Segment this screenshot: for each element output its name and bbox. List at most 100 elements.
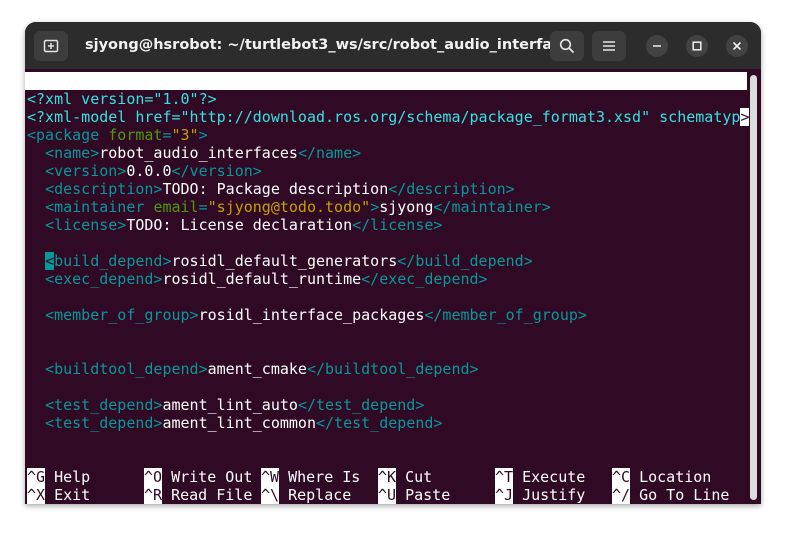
code-line: <description>TODO: Package description</… [27,180,515,198]
shortcut-item: ^\ Replace [261,486,351,504]
menu-button[interactable] [592,31,626,61]
code-token: </version> [171,162,262,180]
code-token: "sjyong@todo.todo" [207,198,371,216]
shortcut-item: ^T Execute [495,468,585,486]
code-line: <buildtool_depend>ament_cmake</buildtool… [27,360,479,378]
shortcut-label: Where Is [279,468,361,486]
shortcut-label: Replace [279,486,352,504]
minimize-button[interactable] [646,35,668,57]
code-token: rosidl_interface_packages [198,306,425,324]
shortcut-key: ^W [261,468,280,486]
shortcut-key: ^/ [612,486,631,504]
shortcut-label: Write Out [162,468,253,486]
terminal-area[interactable]: GNU nano 6.2 package.xml * <?xml version… [25,69,750,504]
code-token: <member_of_group> [45,306,199,324]
shortcut-label: Paste [396,486,451,504]
shortcut-key: ^J [495,486,514,504]
shortcut-item: ^J Justify [495,486,585,504]
shortcut-key: ^O [144,468,163,486]
shortcut-label: Read File [162,486,253,504]
shortcut-key: ^R [144,486,163,504]
code-token: </maintainer> [433,198,551,216]
code-line: <exec_depend>rosidl_default_runtime</exe… [27,270,488,288]
code-line: <?xml version="1.0"?> [27,90,217,108]
code-token: </description> [388,180,515,198]
code-line: <member_of_group>rosidl_interface_packag… [27,306,587,324]
shortcut-item: ^U Paste [378,486,450,504]
shortcut-key: ^K [378,468,397,486]
shortcut-label: Justify [513,486,586,504]
code-token: <maintainer [45,198,154,216]
new-tab-button[interactable] [34,31,68,61]
shortcut-key: ^X [27,486,46,504]
shortcut-label: Location [630,468,712,486]
code-token: <buildtool_depend> [45,360,208,378]
hamburger-menu-icon [603,41,615,51]
shortcut-key: ^\ [261,486,280,504]
maximize-button[interactable] [686,35,708,57]
code-token: <?xml-model href="http://download.ros.or… [27,108,741,126]
code-token: <version> [45,162,127,180]
code-token: </member_of_group> [424,306,587,324]
close-icon [732,41,742,51]
shortcut-item: ^R Read File [144,486,252,504]
code-line: <version>0.0.0</version> [27,162,262,180]
code-token: rosidl_default_generators [171,252,398,270]
title-bar: sjyong@hsrobot: ~/turtlebot3_ws/src/robo… [25,22,761,69]
code-token: <test_depend> [45,414,163,432]
code-token: </buildtool_depend> [306,360,479,378]
shortcut-label: Cut [396,468,433,486]
code-token: </test_depend> [297,396,425,414]
code-token: <exec_depend> [45,270,163,288]
shortcut-item: ^W Where Is [261,468,360,486]
search-button[interactable] [550,31,584,61]
code-token: rosidl_default_runtime [162,270,362,288]
shortcut-item: ^G Help [27,468,90,486]
code-token: <test_depend> [45,396,163,414]
nano-header: GNU nano 6.2 package.xml * [25,72,747,126]
new-tab-icon [43,39,59,53]
code-token: </build_depend> [397,252,533,270]
code-token: <name> [45,144,100,162]
code-token: TODO: Package description [162,180,389,198]
code-token: ament_lint_auto [162,396,298,414]
code-token: sjyong [379,198,434,216]
code-token: ament_cmake [207,360,307,378]
shortcut-item: ^C Location [612,468,711,486]
code-line: <package format="3"> [27,126,208,144]
code-token: <license> [45,216,127,234]
code-token: TODO: License declaration [126,216,353,234]
shortcut-item: ^O Write Out [144,468,252,486]
code-token: <description> [45,180,163,198]
code-token: </test_depend> [316,414,443,432]
shortcut-label: Help [45,468,91,486]
code-line: <maintainer email="sjyong@todo.todo">sjy… [27,198,551,216]
scrollbar[interactable] [750,75,757,500]
code-token: > [370,198,380,216]
code-line: <?xml-model href="http://download.ros.or… [27,108,750,126]
code-line: <test_depend>ament_lint_common</test_dep… [27,414,442,432]
code-token: email [153,198,199,216]
code-token: build_depend> [54,252,172,270]
code-line: <build_depend>rosidl_default_generators<… [27,252,533,270]
code-token: "3" [171,126,199,144]
shortcut-label: Go To Line [630,486,730,504]
shortcut-item: ^X Exit [27,486,90,504]
shortcut-item: ^/ Go To Line [612,486,729,504]
code-token: </name> [297,144,362,162]
code-token: </license> [352,216,443,234]
code-line: <test_depend>ament_lint_auto</test_depen… [27,396,424,414]
code-line: <name>robot_audio_interfaces</name> [27,144,361,162]
close-button[interactable] [726,35,748,57]
shortcut-item: ^K Cut [378,468,432,486]
code-token: ament_lint_common [162,414,316,432]
